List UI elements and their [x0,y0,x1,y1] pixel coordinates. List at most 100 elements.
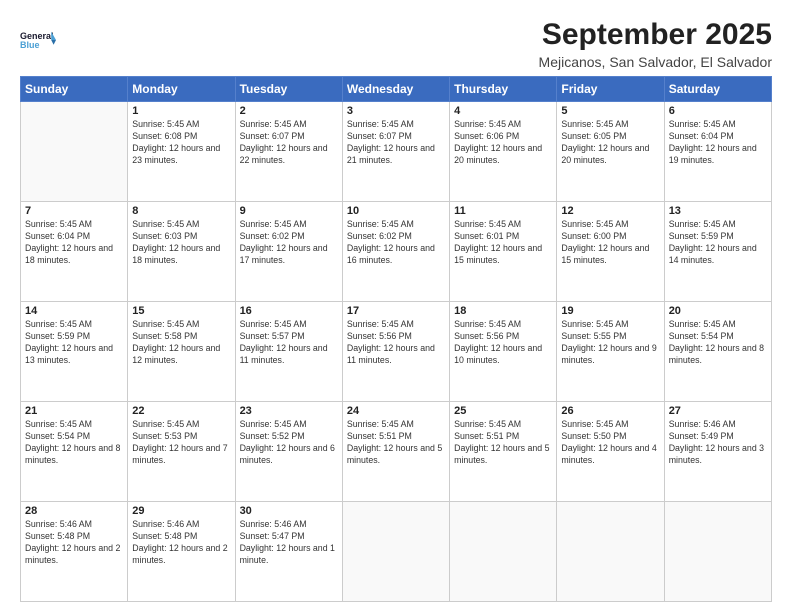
table-row: 6 Sunrise: 5:45 AM Sunset: 6:04 PM Dayli… [664,102,771,202]
table-row [557,502,664,602]
header-tuesday: Tuesday [235,77,342,102]
day-number: 2 [240,105,338,117]
day-number: 16 [240,305,338,317]
header: General Blue September 2025 Mejicanos, S… [20,18,772,70]
day-info: Sunrise: 5:45 AM Sunset: 6:02 PM Dayligh… [347,219,445,267]
day-number: 4 [454,105,552,117]
table-row: 4 Sunrise: 5:45 AM Sunset: 6:06 PM Dayli… [450,102,557,202]
day-number: 20 [669,305,767,317]
day-info: Sunrise: 5:45 AM Sunset: 5:59 PM Dayligh… [25,319,123,367]
day-info: Sunrise: 5:45 AM Sunset: 6:07 PM Dayligh… [347,119,445,167]
table-row: 8 Sunrise: 5:45 AM Sunset: 6:03 PM Dayli… [128,202,235,302]
day-info: Sunrise: 5:45 AM Sunset: 5:58 PM Dayligh… [132,319,230,367]
day-info: Sunrise: 5:45 AM Sunset: 6:06 PM Dayligh… [454,119,552,167]
day-number: 12 [561,205,659,217]
day-info: Sunrise: 5:45 AM Sunset: 6:04 PM Dayligh… [669,119,767,167]
table-row [664,502,771,602]
day-info: Sunrise: 5:45 AM Sunset: 6:05 PM Dayligh… [561,119,659,167]
table-row: 17 Sunrise: 5:45 AM Sunset: 5:56 PM Dayl… [342,302,449,402]
day-info: Sunrise: 5:45 AM Sunset: 6:00 PM Dayligh… [561,219,659,267]
day-info: Sunrise: 5:45 AM Sunset: 5:55 PM Dayligh… [561,319,659,367]
day-number: 29 [132,505,230,517]
day-number: 28 [25,505,123,517]
day-info: Sunrise: 5:46 AM Sunset: 5:47 PM Dayligh… [240,519,338,567]
table-row: 18 Sunrise: 5:45 AM Sunset: 5:56 PM Dayl… [450,302,557,402]
svg-text:Blue: Blue [20,40,40,50]
day-info: Sunrise: 5:45 AM Sunset: 5:54 PM Dayligh… [25,419,123,467]
day-info: Sunrise: 5:45 AM Sunset: 5:54 PM Dayligh… [669,319,767,367]
table-row: 20 Sunrise: 5:45 AM Sunset: 5:54 PM Dayl… [664,302,771,402]
day-info: Sunrise: 5:45 AM Sunset: 5:51 PM Dayligh… [454,419,552,467]
calendar-week-row: 14 Sunrise: 5:45 AM Sunset: 5:59 PM Dayl… [21,302,772,402]
table-row: 19 Sunrise: 5:45 AM Sunset: 5:55 PM Dayl… [557,302,664,402]
day-number: 22 [132,405,230,417]
day-number: 26 [561,405,659,417]
table-row: 21 Sunrise: 5:45 AM Sunset: 5:54 PM Dayl… [21,402,128,502]
day-number: 24 [347,405,445,417]
table-row: 13 Sunrise: 5:45 AM Sunset: 5:59 PM Dayl… [664,202,771,302]
table-row: 16 Sunrise: 5:45 AM Sunset: 5:57 PM Dayl… [235,302,342,402]
day-number: 21 [25,405,123,417]
header-sunday: Sunday [21,77,128,102]
table-row: 29 Sunrise: 5:46 AM Sunset: 5:48 PM Dayl… [128,502,235,602]
table-row [342,502,449,602]
day-number: 9 [240,205,338,217]
day-info: Sunrise: 5:45 AM Sunset: 5:56 PM Dayligh… [347,319,445,367]
day-info: Sunrise: 5:45 AM Sunset: 5:52 PM Dayligh… [240,419,338,467]
calendar-week-row: 7 Sunrise: 5:45 AM Sunset: 6:04 PM Dayli… [21,202,772,302]
day-number: 11 [454,205,552,217]
day-number: 19 [561,305,659,317]
subtitle: Mejicanos, San Salvador, El Salvador [539,54,772,70]
header-wednesday: Wednesday [342,77,449,102]
header-thursday: Thursday [450,77,557,102]
day-number: 14 [25,305,123,317]
table-row: 24 Sunrise: 5:45 AM Sunset: 5:51 PM Dayl… [342,402,449,502]
table-row: 7 Sunrise: 5:45 AM Sunset: 6:04 PM Dayli… [21,202,128,302]
day-number: 27 [669,405,767,417]
table-row: 22 Sunrise: 5:45 AM Sunset: 5:53 PM Dayl… [128,402,235,502]
day-info: Sunrise: 5:45 AM Sunset: 5:51 PM Dayligh… [347,419,445,467]
table-row: 23 Sunrise: 5:45 AM Sunset: 5:52 PM Dayl… [235,402,342,502]
day-number: 17 [347,305,445,317]
day-info: Sunrise: 5:45 AM Sunset: 5:57 PM Dayligh… [240,319,338,367]
calendar-week-row: 1 Sunrise: 5:45 AM Sunset: 6:08 PM Dayli… [21,102,772,202]
day-info: Sunrise: 5:45 AM Sunset: 6:03 PM Dayligh… [132,219,230,267]
table-row: 28 Sunrise: 5:46 AM Sunset: 5:48 PM Dayl… [21,502,128,602]
table-row: 27 Sunrise: 5:46 AM Sunset: 5:49 PM Dayl… [664,402,771,502]
table-row: 1 Sunrise: 5:45 AM Sunset: 6:08 PM Dayli… [128,102,235,202]
day-info: Sunrise: 5:46 AM Sunset: 5:49 PM Dayligh… [669,419,767,467]
header-saturday: Saturday [664,77,771,102]
day-number: 8 [132,205,230,217]
table-row: 15 Sunrise: 5:45 AM Sunset: 5:58 PM Dayl… [128,302,235,402]
table-row: 2 Sunrise: 5:45 AM Sunset: 6:07 PM Dayli… [235,102,342,202]
calendar-week-row: 28 Sunrise: 5:46 AM Sunset: 5:48 PM Dayl… [21,502,772,602]
day-info: Sunrise: 5:45 AM Sunset: 5:56 PM Dayligh… [454,319,552,367]
table-row: 9 Sunrise: 5:45 AM Sunset: 6:02 PM Dayli… [235,202,342,302]
calendar-week-row: 21 Sunrise: 5:45 AM Sunset: 5:54 PM Dayl… [21,402,772,502]
day-number: 6 [669,105,767,117]
day-number: 23 [240,405,338,417]
day-info: Sunrise: 5:45 AM Sunset: 6:07 PM Dayligh… [240,119,338,167]
logo-svg: General Blue [20,22,56,58]
logo: General Blue [20,22,56,58]
table-row: 10 Sunrise: 5:45 AM Sunset: 6:02 PM Dayl… [342,202,449,302]
day-info: Sunrise: 5:45 AM Sunset: 5:53 PM Dayligh… [132,419,230,467]
title-block: September 2025 Mejicanos, San Salvador, … [539,18,772,70]
day-number: 25 [454,405,552,417]
table-row: 26 Sunrise: 5:45 AM Sunset: 5:50 PM Dayl… [557,402,664,502]
day-info: Sunrise: 5:46 AM Sunset: 5:48 PM Dayligh… [132,519,230,567]
day-info: Sunrise: 5:45 AM Sunset: 6:02 PM Dayligh… [240,219,338,267]
day-info: Sunrise: 5:45 AM Sunset: 5:59 PM Dayligh… [669,219,767,267]
day-number: 1 [132,105,230,117]
calendar-table: Sunday Monday Tuesday Wednesday Thursday… [20,76,772,602]
table-row: 5 Sunrise: 5:45 AM Sunset: 6:05 PM Dayli… [557,102,664,202]
month-title: September 2025 [539,18,772,52]
table-row: 11 Sunrise: 5:45 AM Sunset: 6:01 PM Dayl… [450,202,557,302]
table-row: 14 Sunrise: 5:45 AM Sunset: 5:59 PM Dayl… [21,302,128,402]
day-number: 3 [347,105,445,117]
table-row [450,502,557,602]
table-row: 30 Sunrise: 5:46 AM Sunset: 5:47 PM Dayl… [235,502,342,602]
day-info: Sunrise: 5:46 AM Sunset: 5:48 PM Dayligh… [25,519,123,567]
table-row: 3 Sunrise: 5:45 AM Sunset: 6:07 PM Dayli… [342,102,449,202]
day-info: Sunrise: 5:45 AM Sunset: 5:50 PM Dayligh… [561,419,659,467]
